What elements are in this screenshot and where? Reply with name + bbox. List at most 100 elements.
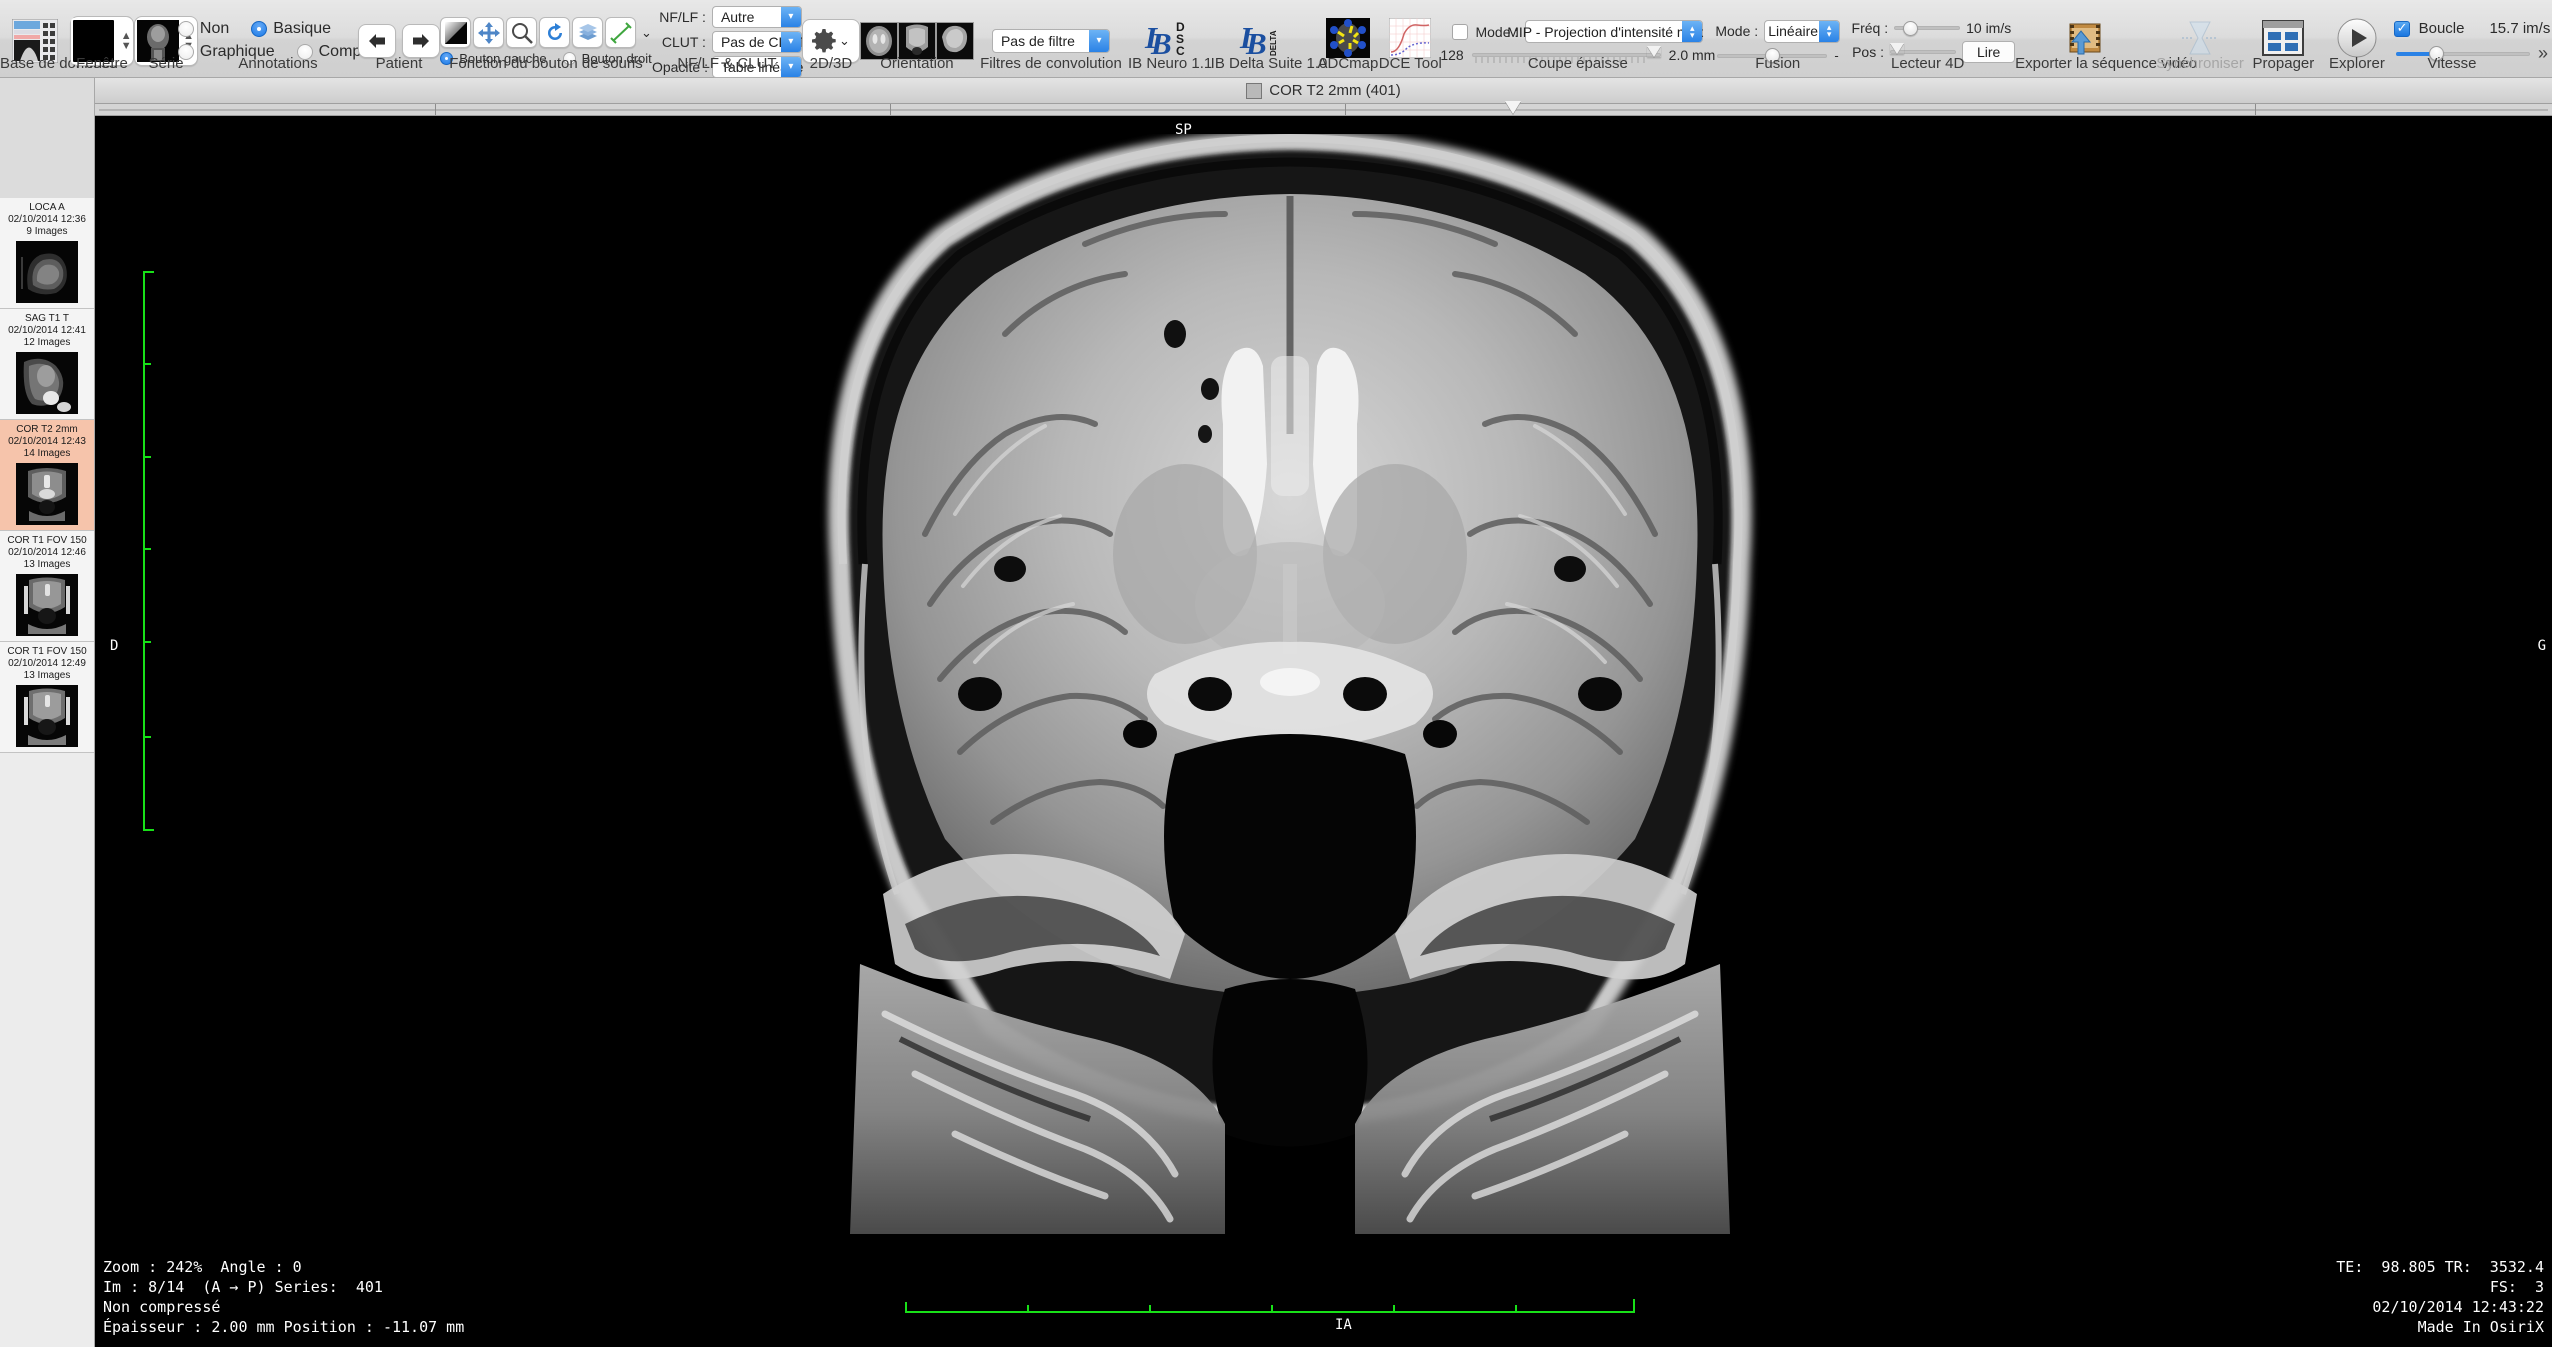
slider-thumb[interactable]: [1646, 46, 1661, 57]
series-thumbnail[interactable]: [16, 574, 78, 636]
toolbar-group-mouse: ⌄ Bouton gauche Bouton droit Fonction du…: [440, 0, 652, 78]
image-viewport[interactable]: SP D G IA Zoom: 242% Angle: 0 Im: 8/1…: [95, 116, 2552, 1347]
toolbar-group-orientation-label: Orientation: [880, 55, 954, 72]
series-thumbnail[interactable]: [16, 463, 78, 525]
orientation-axial-button[interactable]: [859, 21, 898, 60]
series-list-item[interactable]: SAG T1 T 02/10/2014 12:41 12 Images: [0, 309, 94, 420]
toolbar-group-propagate[interactable]: Propager: [2245, 0, 2322, 78]
fusion-mode-select[interactable]: Linéaire ▴ ▾: [1764, 19, 1841, 43]
stack-tool-button[interactable]: [572, 17, 604, 48]
zoom-tool-button[interactable]: [506, 17, 538, 48]
nflf-select[interactable]: Autre ▾: [711, 5, 802, 28]
orientation-coronal-button[interactable]: [897, 21, 936, 60]
rotate-tool-button[interactable]: [539, 17, 571, 48]
mouse-tool-more-chevron[interactable]: ⌄: [641, 25, 652, 41]
annotation-option-basique[interactable]: Basique: [251, 20, 331, 38]
series-sidebar[interactable]: LOCA A 02/10/2014 12:36 9 Images SAG T1 …: [0, 78, 95, 1347]
series-thumbnail[interactable]: [16, 352, 78, 414]
series-list-item[interactable]: LOCA A 02/10/2014 12:36 9 Images: [0, 198, 94, 309]
ruler-vertical: [143, 271, 145, 831]
clut-select[interactable]: Pas de CLUT ▾: [711, 30, 805, 53]
move-tool-button[interactable]: [473, 17, 505, 48]
toolbar-group-dcetool[interactable]: DCE Tool: [1378, 0, 1442, 78]
toolbar-group-thickslab: Mode : MIP - Projection d'intensité max …: [1440, 0, 1715, 78]
toolbar-group-explorer-label: Explorer: [2329, 55, 2385, 72]
previous-patient-button[interactable]: [358, 23, 397, 58]
toolbar-group-export-video[interactable]: Exporter la séquence vidéo: [2015, 0, 2197, 78]
thickslab-mode-select[interactable]: MIP - Projection d'intensité max ▴ ▾: [1507, 20, 1703, 43]
stepper-icon[interactable]: ▴ ▾: [1819, 20, 1840, 42]
speed-loop-row: Boucle 15.7 im/s: [2393, 20, 2551, 37]
2d3d-chevron[interactable]: ⌄: [839, 33, 850, 49]
series-name: LOCA A: [29, 202, 65, 213]
ruler-tick: [1027, 1305, 1029, 1313]
toolbar-group-database-label: Base de données: [0, 55, 117, 72]
ruler-tick: [143, 271, 154, 273]
ruler-tick: [143, 829, 154, 831]
clut-row: CLUT : Pas de CLUT ▾: [652, 30, 805, 53]
chevron-down-icon[interactable]: ▾: [1088, 29, 1109, 52]
slider-thumb[interactable]: [1505, 101, 1521, 114]
patient-overlay-text: [105, 126, 184, 142]
stepper-icon[interactable]: ▴ ▾: [1682, 21, 1703, 42]
sidebar-header-spacer: [0, 78, 94, 198]
fusion-mode-label: Mode :: [1715, 23, 1759, 39]
player4d-freq-slider[interactable]: [1894, 20, 1961, 36]
slider-track: [99, 109, 2548, 111]
annotation-option-non[interactable]: Non: [177, 20, 229, 38]
speed-rate-value: 15.7 im/s: [2489, 20, 2551, 37]
toolbar-group-synchronize-label: Synchroniser: [2156, 55, 2244, 72]
toolbar-group-ibneuro[interactable]: I B D S C IB Neuro 1.1: [1128, 0, 1212, 78]
toolbar-group-nflf: NF/LF : Autre ▾ CLUT : Pas de CLUT ▾ Opa…: [652, 0, 805, 78]
image-index-slider[interactable]: [95, 101, 2552, 116]
svg-text:B: B: [1150, 26, 1172, 58]
clut-label: CLUT :: [661, 33, 706, 50]
toolbar-group-export-video-label: Exporter la séquence vidéo: [2015, 55, 2197, 72]
series-thumbnail[interactable]: [16, 685, 78, 747]
window-preset-stepper[interactable]: ▲ ▼: [119, 24, 133, 58]
radio-selected-icon[interactable]: [251, 21, 268, 37]
next-patient-button[interactable]: [402, 23, 441, 58]
radio-icon[interactable]: [177, 21, 194, 37]
toolbar-group-window[interactable]: ▲ ▼ Fenêtre: [70, 0, 135, 78]
chevron-down-icon[interactable]: ▾: [780, 6, 801, 27]
toolbar-group-fusion: Mode : Linéaire ▴ ▾ - Fusion: [1715, 0, 1841, 78]
mouse-tool-palette[interactable]: ⌄: [440, 17, 652, 48]
toolbar-group-explorer[interactable]: Explorer: [2322, 0, 2392, 78]
viewer-window-title-bar: COR T2 2mm (401): [95, 78, 2552, 104]
ruler-tick: [143, 736, 151, 738]
series-list-item[interactable]: COR T2 2mm 02/10/2014 12:43 14 Images: [0, 420, 94, 531]
thickslab-mode-checkbox[interactable]: [1452, 23, 1469, 40]
chevron-down-icon[interactable]: ▾: [780, 31, 801, 52]
slider-thumb[interactable]: [1890, 43, 1904, 54]
toolbar-group-adcmap[interactable]: ADCmap: [1317, 0, 1379, 78]
axial-brain-icon: [860, 22, 897, 59]
mri-coronal-image[interactable]: [755, 134, 1825, 1234]
toolbar-group-patient-label: Patient: [375, 55, 423, 72]
toolbar-overflow-chevron[interactable]: »: [2538, 43, 2548, 64]
series-list-item[interactable]: COR T1 FOV 150 02/10/2014 12:46 13 Image…: [0, 531, 94, 642]
convolution-filter-select[interactable]: Pas de filtre ▾: [991, 28, 1110, 53]
ruler-tick: [1393, 1305, 1395, 1313]
window-level-tool-button[interactable]: [440, 17, 472, 48]
radio-icon[interactable]: [177, 44, 194, 60]
ruler-tick: [1633, 1299, 1635, 1313]
thickslab-mode-row: Mode : MIP - Projection d'intensité max …: [1452, 20, 1703, 43]
toolbar-group-nflf-label: NF/LF & CLUT: [677, 55, 777, 72]
stack-icon: [578, 23, 597, 40]
slider-thumb[interactable]: [1903, 20, 1919, 36]
length-tool-button[interactable]: [605, 17, 637, 48]
ruler-tick: [143, 456, 151, 458]
series-thumbnail[interactable]: [16, 241, 78, 303]
toolbar-group-dcetool-label: DCE Tool: [1378, 55, 1442, 72]
toolbar-group-adcmap-label: ADCmap: [1317, 55, 1379, 72]
loop-checkbox[interactable]: [2393, 20, 2410, 37]
institution-overlay-text: [2463, 126, 2542, 142]
series-list-item[interactable]: COR T1 FOV 150 02/10/2014 12:49 13 Image…: [0, 642, 94, 753]
image-info-bottom-left: Zoom : 242% Angle : 0 Im : 8/14 (A → P) …: [103, 1258, 465, 1336]
toolbar-group-ibdelta[interactable]: I B DELTA IB Delta Suite 1.0: [1211, 0, 1328, 78]
player4d-freq-label: Fréq :: [1851, 20, 1889, 36]
orientation-sagittal-button[interactable]: [935, 21, 974, 60]
toolbar-group-database[interactable]: Base de données: [0, 0, 117, 78]
svg-text:B: B: [1245, 26, 1267, 58]
